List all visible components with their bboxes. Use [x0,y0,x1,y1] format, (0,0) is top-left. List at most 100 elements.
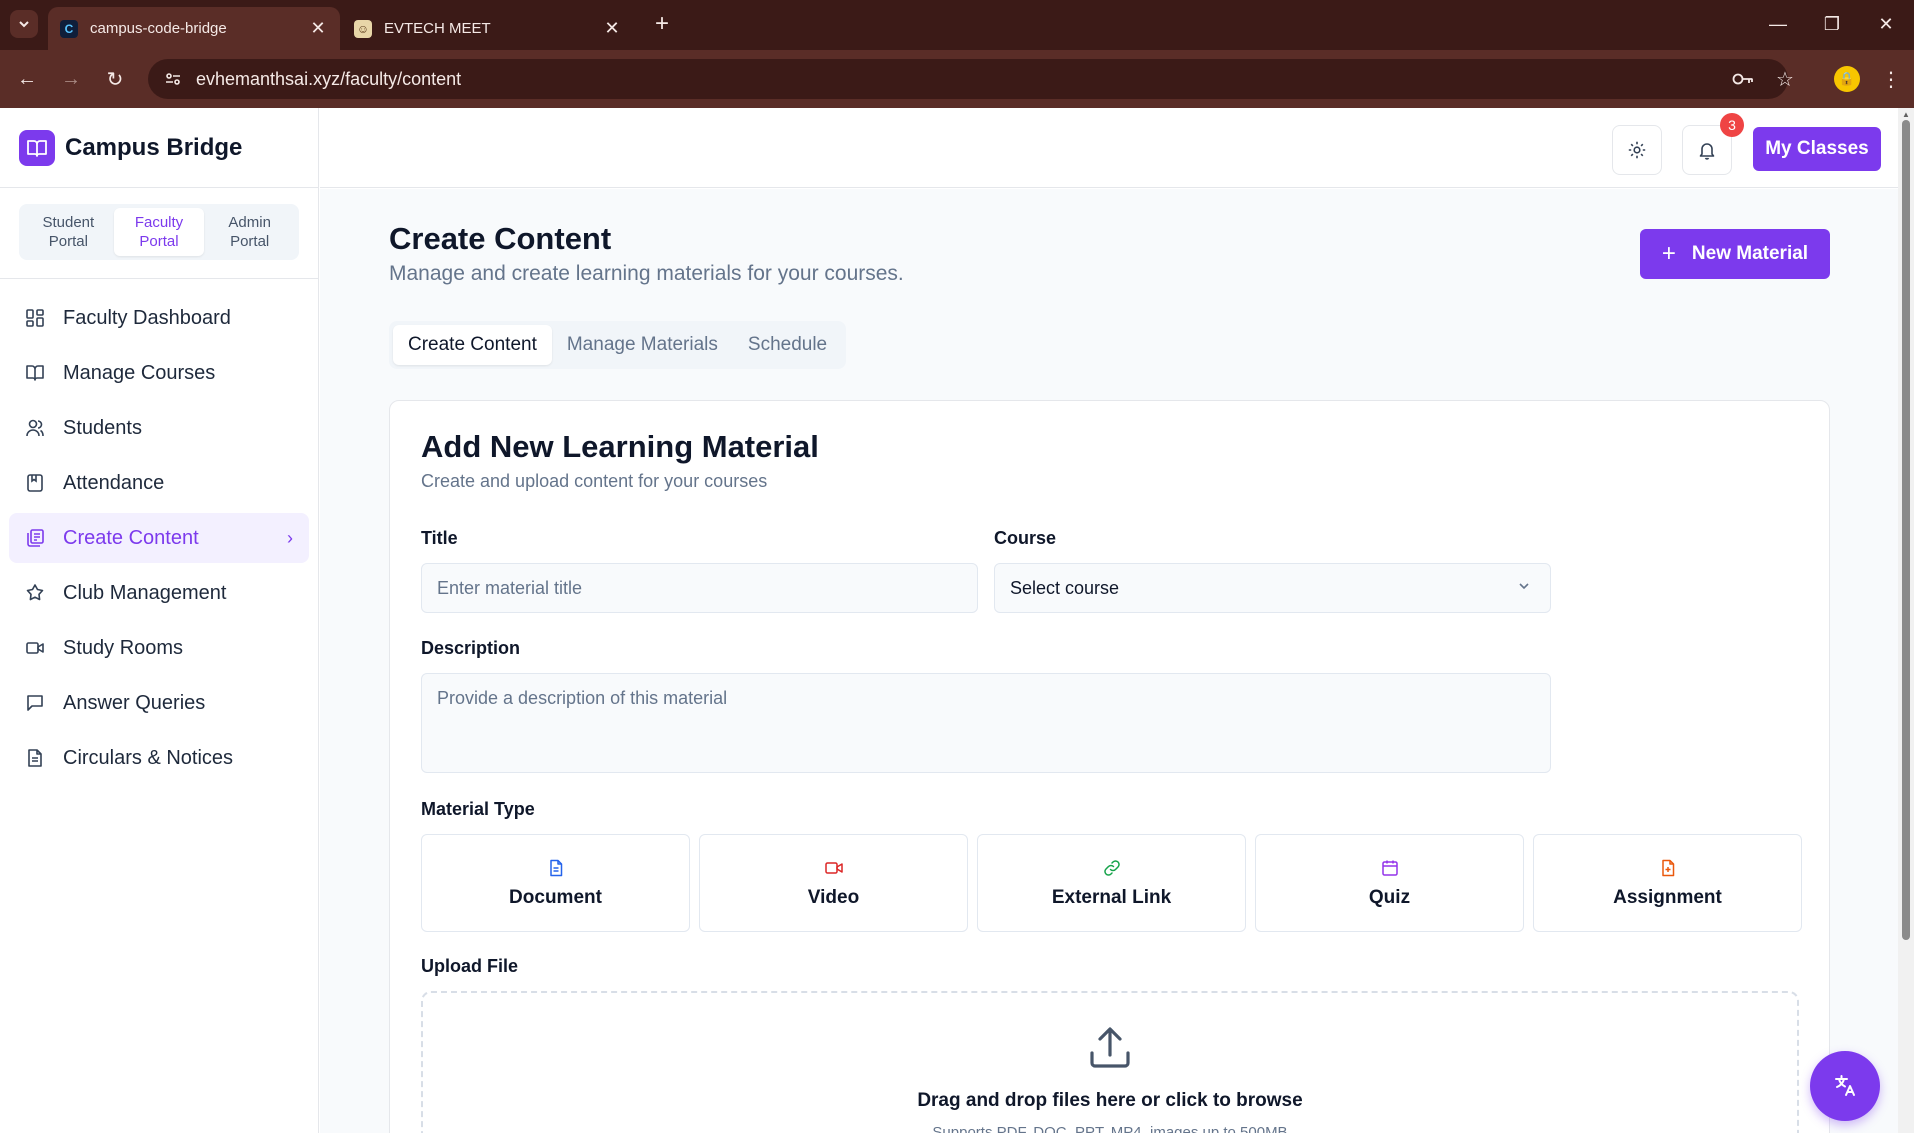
restore-icon[interactable]: ❐ [1812,10,1852,38]
back-icon[interactable]: ← [12,64,42,94]
minimize-icon[interactable]: — [1758,10,1798,38]
browser-toolbar: ← → ↻ evhemanthsai.xyz/faculty/content ☆ [0,50,1914,108]
sidebar-item-label: Attendance [63,471,165,494]
close-tab-icon[interactable]: ✕ [602,18,622,39]
my-classes-button[interactable]: My Classes [1753,127,1881,171]
sidebar-item-label: Answer Queries [63,691,206,714]
file-dropzone[interactable]: Drag and drop files here or click to bro… [421,991,1799,1133]
brand[interactable]: Campus Bridge [0,108,318,188]
attendance-icon [24,472,46,494]
portal-label: Student Portal [42,214,95,250]
new-material-button[interactable]: + New Material [1640,229,1830,279]
reload-icon[interactable]: ↻ [100,64,130,94]
plus-icon: + [1661,240,1676,267]
page-title: Create Content [389,221,612,256]
material-type-external-link[interactable]: External Link [977,834,1246,932]
forward-icon[interactable]: → [56,64,86,94]
sidebar-item-manage-courses[interactable]: Manage Courses [9,348,309,398]
browser-tab[interactable]: ☺ EVTECH MEET ✕ [342,7,634,50]
material-type-label: Quiz [1368,887,1411,908]
tab-search-button[interactable] [10,10,38,38]
file-plus-icon [1657,857,1679,879]
favicon-icon: C [60,19,78,38]
material-type-label: Material Type [421,799,535,819]
new-tab-button[interactable]: + [648,10,676,38]
sidebar: Campus Bridge Student Portal Faculty Por… [0,108,319,1133]
material-type-quiz[interactable]: Quiz [1255,834,1524,932]
new-material-label: New Material [1691,243,1809,264]
profile-avatar[interactable]: 🔒 [1834,66,1860,92]
close-tab-icon[interactable]: ✕ [308,18,328,39]
course-select-value: Select course [1010,577,1120,598]
course-label: Course [994,528,1057,548]
page-subtitle: Manage and create learning materials for… [389,262,904,285]
sidebar-item-label: Club Management [63,581,227,604]
open-book-logo-icon [19,129,55,166]
sidebar-item-answer-queries[interactable]: Answer Queries [9,678,309,728]
student-portal-tab[interactable]: Student Portal [23,208,114,256]
brand-name: Campus Bridge [65,133,243,161]
content-icon [24,527,46,549]
material-type-assignment[interactable]: Assignment [1533,834,1802,932]
sidebar-item-attendance[interactable]: Attendance [9,458,309,508]
material-type-document[interactable]: Document [421,834,690,932]
more-menu-icon[interactable]: ⋮ [1876,64,1906,94]
material-type-label: Document [509,887,602,908]
sidebar-item-label: Students [63,416,142,439]
tab-title: EVTECH MEET [384,20,491,37]
url-text: evhemanthsai.xyz/faculty/content [196,68,462,89]
document-icon [545,857,567,879]
key-icon[interactable] [1728,64,1758,94]
admin-portal-tab[interactable]: Admin Portal [204,208,295,256]
star-icon[interactable]: ☆ [1770,64,1800,94]
close-window-icon[interactable]: ✕ [1866,10,1906,38]
browser-tabstrip: C campus-code-bridge ✕ ☺ EVTECH MEET ✕ +… [0,0,1914,50]
sidebar-item-label: Faculty Dashboard [63,306,231,329]
address-bar[interactable]: evhemanthsai.xyz/faculty/content [148,59,1788,99]
accessibility-fab-button[interactable] [1810,1051,1880,1121]
material-type-label: External Link [1051,887,1172,908]
description-placeholder: Provide a description of this material [437,688,728,708]
sidebar-item-study-rooms[interactable]: Study Rooms [9,623,309,673]
club-icon [24,582,46,604]
sidebar-item-students[interactable]: Students [9,403,309,453]
bell-icon [1699,143,1715,160]
tab-schedule[interactable]: Schedule [733,325,842,365]
sidebar-nav: Faculty Dashboard Manage Courses Student… [0,279,318,802]
chevron-down-icon [19,21,29,28]
sidebar-item-circulars-notices[interactable]: Circulars & Notices [9,733,309,783]
site-info-icon[interactable] [162,68,184,90]
portal-label: Faculty Portal [134,214,184,250]
tab-create-content[interactable]: Create Content [393,325,552,365]
tab-title: campus-code-bridge [90,20,227,37]
sidebar-item-label: Study Rooms [63,636,184,659]
sidebar-item-label: Create Content [63,526,199,549]
tab-manage-materials[interactable]: Manage Materials [552,325,733,365]
scrollbar-thumb[interactable] [1902,120,1910,940]
portal-switcher: Student Portal Faculty Portal Admin Port… [19,204,299,260]
main-content: Create Content Manage and create learnin… [320,189,1898,1133]
course-select[interactable]: Select course [994,563,1551,613]
material-type-label: Assignment [1613,887,1722,908]
video-icon [823,857,845,879]
page-scrollbar[interactable]: ▲ [1898,108,1914,1133]
description-textarea[interactable]: Provide a description of this material [421,673,1551,773]
material-type-video[interactable]: Video [699,834,968,932]
scroll-up-icon[interactable]: ▲ [1901,110,1911,119]
faculty-portal-tab[interactable]: Faculty Portal [113,208,205,256]
sidebar-item-club-management[interactable]: Club Management [9,568,309,618]
title-input[interactable]: Enter material title [421,563,978,613]
material-type-label: Video [807,887,860,908]
card-subtitle: Create and upload content for your cours… [421,471,768,491]
card-title: Add New Learning Material [421,429,819,464]
settings-button[interactable] [1612,125,1662,175]
gear-icon [1628,141,1646,159]
sidebar-item-label: Circulars & Notices [63,746,234,769]
sidebar-item-faculty-dashboard[interactable]: Faculty Dashboard [9,293,309,343]
video-icon [24,637,46,659]
message-icon [24,692,46,714]
title-label: Title [421,528,458,548]
link-icon [1101,857,1123,879]
browser-tab-active[interactable]: C campus-code-bridge ✕ [48,7,340,50]
sidebar-item-create-content[interactable]: Create Content › [9,513,309,563]
